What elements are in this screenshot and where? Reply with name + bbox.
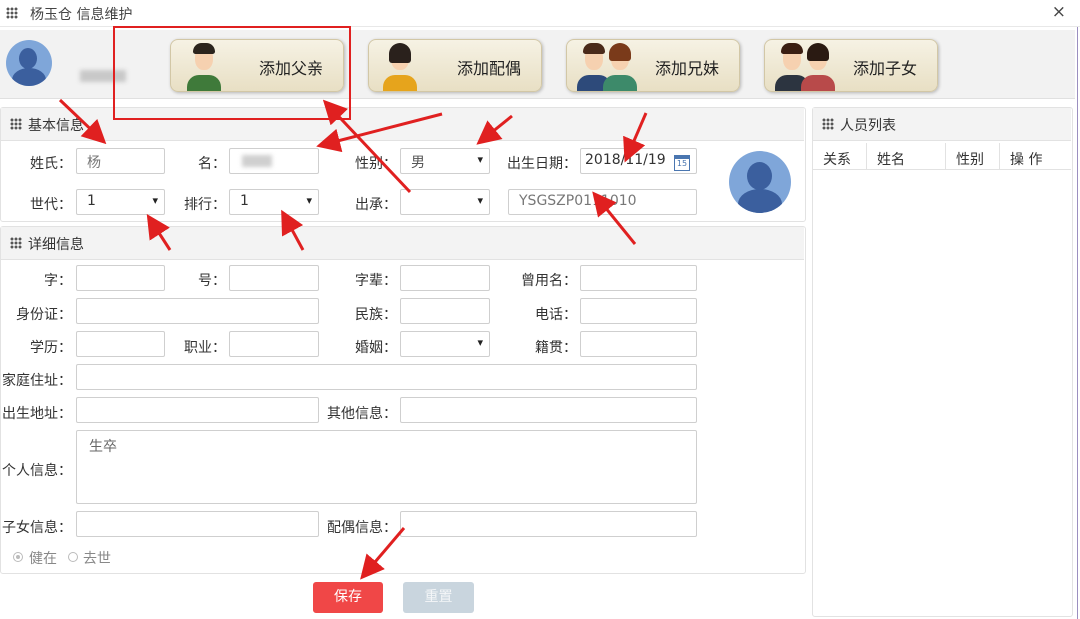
art-name-input[interactable] <box>229 265 319 291</box>
ethnicity-input[interactable] <box>400 298 490 324</box>
spouse-figure-icon <box>383 43 417 91</box>
save-button[interactable]: 保存 <box>313 582 383 613</box>
alive-label: 健在 <box>29 551 57 567</box>
birth-date-label: 出生日期： <box>507 156 577 172</box>
column-relation: 关系 <box>823 152 851 168</box>
calendar-icon[interactable]: 15 <box>674 155 690 171</box>
education-label: 学历： <box>30 340 72 356</box>
spouse-info-label: 配偶信息： <box>327 520 397 536</box>
occupation-label: 职业： <box>184 340 226 356</box>
add-spouse-button[interactable]: 添加配偶 <box>368 39 542 92</box>
surname-label: 姓氏： <box>30 156 72 172</box>
marriage-label: 婚姻： <box>355 340 397 356</box>
former-name-label: 曾用名： <box>521 273 577 289</box>
native-place-label: 籍贯： <box>535 340 577 356</box>
add-sibling-button[interactable]: 添加兄妹 <box>566 39 740 92</box>
generation-select[interactable]: 1 <box>76 189 165 215</box>
id-card-label: 身份证： <box>16 307 72 323</box>
id-card-input[interactable] <box>76 298 319 324</box>
given-name-input[interactable] <box>229 148 319 174</box>
phone-input[interactable] <box>580 298 697 324</box>
window-title: 杨玉仓 信息维护 <box>30 7 133 23</box>
native-place-input[interactable] <box>580 331 697 357</box>
gender-label: 性别： <box>355 156 397 172</box>
home-address-label: 家庭住址： <box>2 373 72 389</box>
window-edge <box>1077 0 1078 619</box>
given-name-label: 名： <box>198 156 226 172</box>
member-code-input[interactable]: YSGSZP0111010 <box>508 189 697 215</box>
member-list-header: 人员列表 <box>813 108 1071 141</box>
grid-icon <box>822 118 834 130</box>
generation-char-label: 字辈： <box>355 273 397 289</box>
art-name-label: 号： <box>198 273 226 289</box>
column-name: 姓名 <box>877 152 905 168</box>
other-info-input[interactable] <box>400 397 697 423</box>
generation-label: 世代： <box>30 197 72 213</box>
title-bar: 杨玉仓 信息维护 × <box>0 0 1080 27</box>
spouse-info-input[interactable] <box>400 511 697 537</box>
children-info-label: 子女信息： <box>2 520 72 536</box>
profile-avatar <box>729 151 791 213</box>
member-list-panel <box>812 107 1073 617</box>
grid-icon <box>10 118 22 130</box>
deceased-label: 去世 <box>83 551 111 567</box>
phone-label: 电话： <box>535 307 577 323</box>
other-info-label: 其他信息： <box>327 406 397 422</box>
column-gender: 性别 <box>956 152 984 168</box>
gender-select[interactable]: 男 <box>400 148 490 174</box>
rank-select[interactable]: 1 <box>229 189 319 215</box>
column-actions: 操 作 <box>1010 152 1043 168</box>
courtesy-name-label: 字： <box>44 273 72 289</box>
close-icon[interactable]: × <box>1052 2 1066 22</box>
reset-button[interactable]: 重置 <box>403 582 474 613</box>
education-input[interactable] <box>76 331 165 357</box>
grid-menu-icon <box>6 7 18 19</box>
annotation-highlight-box <box>113 26 351 120</box>
occupation-input[interactable] <box>229 331 319 357</box>
birthplace-label: 出生地址： <box>2 406 72 422</box>
deceased-radio[interactable] <box>68 552 78 562</box>
ethnicity-label: 民族： <box>355 307 397 323</box>
children-info-input[interactable] <box>76 511 319 537</box>
former-name-input[interactable] <box>580 265 697 291</box>
courtesy-name-input[interactable] <box>76 265 165 291</box>
heir-select[interactable] <box>400 189 490 215</box>
blurred-given-name <box>242 155 272 167</box>
surname-input[interactable]: 杨 <box>76 148 165 174</box>
add-child-button[interactable]: 添加子女 <box>764 39 938 92</box>
member-avatar <box>6 40 52 86</box>
birthplace-input[interactable] <box>76 397 319 423</box>
marriage-select[interactable] <box>400 331 490 357</box>
grid-icon <box>10 237 22 249</box>
alive-radio[interactable] <box>13 552 23 562</box>
heir-label: 出承： <box>355 197 397 213</box>
generation-char-input[interactable] <box>400 265 490 291</box>
home-address-input[interactable] <box>76 364 697 390</box>
rank-label: 排行： <box>184 197 226 213</box>
personal-info-label: 个人信息： <box>2 463 72 479</box>
detail-info-header: 详细信息 <box>1 227 804 260</box>
personal-info-textarea[interactable]: 生卒 <box>76 430 697 504</box>
